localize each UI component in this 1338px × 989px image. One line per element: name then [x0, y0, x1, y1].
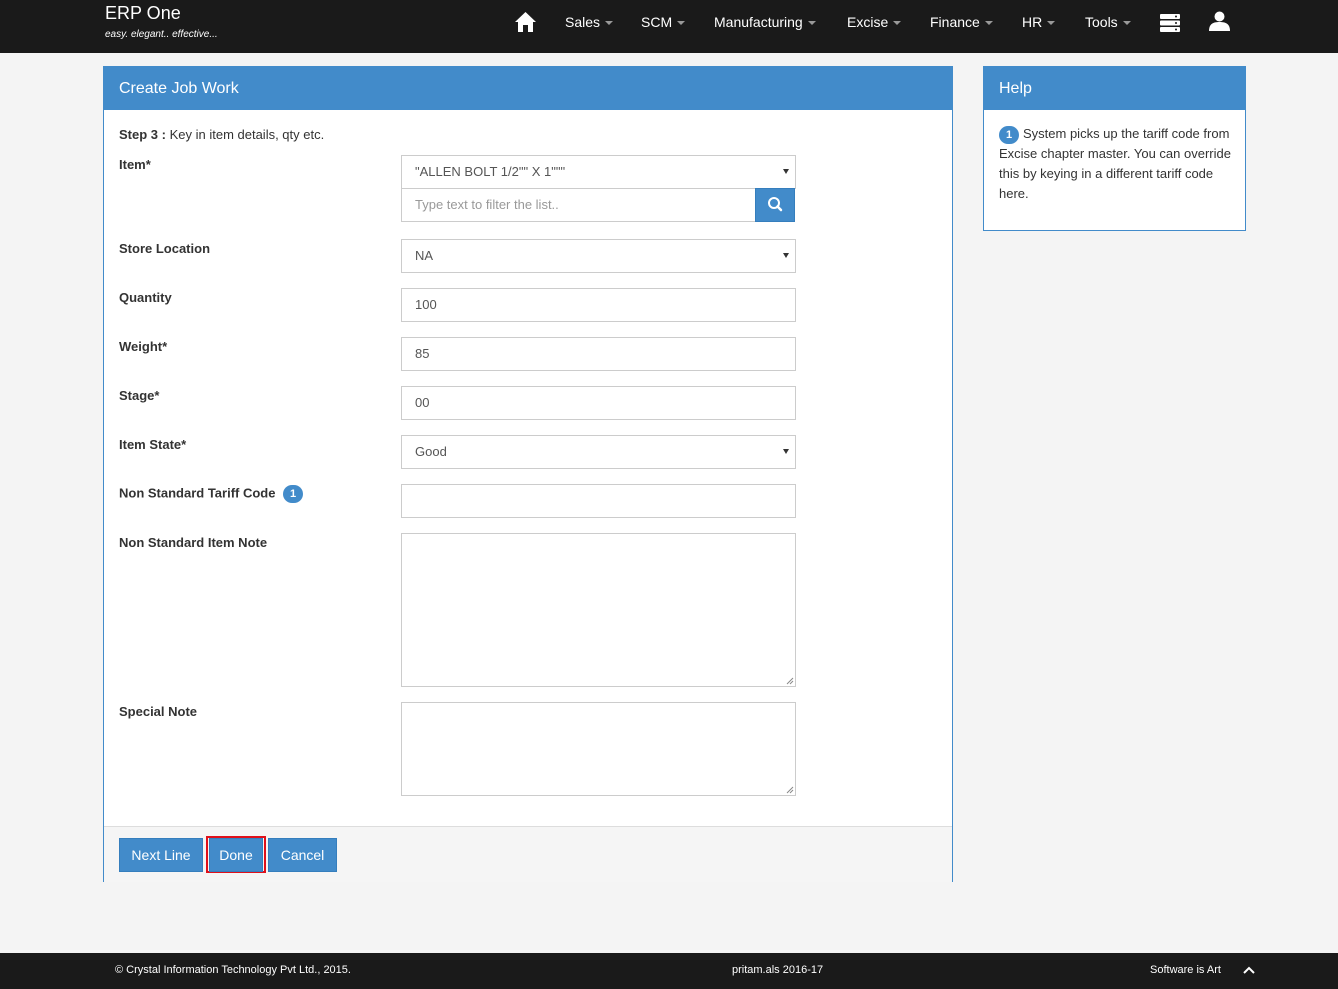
help-panel: Help 1 System picks up the tariff code fr…	[983, 66, 1246, 231]
nav-hr-label: HR	[1022, 14, 1043, 30]
search-icon	[768, 197, 783, 212]
chevron-down-icon	[1122, 21, 1131, 26]
nav-scm[interactable]: SCM	[641, 0, 686, 44]
item-state-value: Good	[415, 444, 447, 459]
nav-manufacturing[interactable]: Manufacturing	[714, 0, 816, 44]
step-text: Key in item details, qty etc.	[169, 127, 325, 142]
tariff-code-label-text: Non Standard Tariff Code	[119, 485, 276, 501]
stage-input[interactable]: 00	[401, 386, 796, 420]
item-label: Item*	[119, 157, 151, 172]
caret-down-icon	[783, 253, 789, 258]
nav-excise[interactable]: Excise	[847, 0, 902, 44]
nav-sales-label: Sales	[565, 14, 601, 30]
caret-down-icon	[783, 169, 789, 174]
item-filter-search-button[interactable]	[755, 188, 795, 222]
chevron-up-icon[interactable]	[1243, 965, 1255, 975]
panel-footer: Next Line Done Cancel	[104, 826, 952, 882]
item-filter-input[interactable]: Type text to filter the list..	[401, 188, 756, 222]
quantity-label: Quantity	[119, 290, 172, 305]
nav-finance[interactable]: Finance	[930, 0, 993, 44]
brand[interactable]: ERP One easy. elegant.. effective...	[105, 3, 218, 40]
store-location-value: NA	[415, 248, 434, 263]
resize-grip-icon[interactable]	[786, 677, 794, 685]
done-button[interactable]: Done	[209, 838, 263, 872]
chevron-down-icon	[605, 21, 614, 26]
help-text: 1 System picks up the tariff code from Ex…	[999, 124, 1231, 204]
tariff-code-label: Non Standard Tariff Code 1	[119, 485, 304, 503]
create-job-work-panel: Create Job Work Step 3 : Key in item det…	[103, 66, 953, 882]
store-location-select[interactable]: NA	[401, 239, 796, 273]
chevron-down-icon	[984, 21, 993, 26]
item-select[interactable]: "ALLEN BOLT 1/2"" X 1"""	[401, 155, 796, 189]
help-text-content: System picks up the tariff code from Exc…	[999, 126, 1231, 201]
item-state-select[interactable]: Good	[401, 435, 796, 469]
page-footer: © Crystal Information Technology Pvt Ltd…	[0, 953, 1338, 989]
nav-manufacturing-label: Manufacturing	[714, 14, 803, 30]
nav-tools[interactable]: Tools	[1085, 0, 1131, 44]
next-line-button[interactable]: Next Line	[119, 838, 203, 872]
item-note-label: Non Standard Item Note	[119, 535, 268, 550]
weight-label: Weight*	[119, 339, 168, 354]
weight-input[interactable]: 85	[401, 337, 796, 371]
nav-tools-label: Tools	[1085, 14, 1118, 30]
footer-slogan: Software is Art	[1150, 964, 1221, 976]
quantity-input[interactable]: 100	[401, 288, 796, 322]
top-navbar: ERP One easy. elegant.. effective... Sal…	[0, 0, 1338, 53]
nav-scm-label: SCM	[641, 14, 673, 30]
footer-session: pritam.als 2016-17	[732, 964, 824, 976]
stage-label: Stage*	[119, 388, 160, 403]
chevron-down-icon	[893, 21, 902, 26]
tariff-code-input[interactable]	[401, 484, 796, 518]
nav-excise-label: Excise	[847, 14, 889, 30]
nav-finance-label: Finance	[930, 14, 980, 30]
footer-copyright: © Crystal Information Technology Pvt Ltd…	[115, 964, 351, 976]
item-state-label: Item State*	[119, 437, 187, 452]
brand-tagline: easy. elegant.. effective...	[105, 29, 218, 40]
nav-sales[interactable]: Sales	[565, 0, 614, 44]
chevron-down-icon	[677, 21, 686, 26]
special-note-label: Special Note	[119, 704, 198, 719]
step-instruction: Step 3 : Key in item details, qty etc.	[119, 127, 324, 142]
step-label: Step 3 :	[119, 127, 166, 142]
home-icon[interactable]	[514, 11, 537, 33]
help-badge: 1	[283, 485, 304, 503]
item-select-value: "ALLEN BOLT 1/2"" X 1"""	[415, 164, 566, 179]
caret-down-icon	[783, 449, 789, 454]
panel-title: Create Job Work	[104, 67, 952, 110]
nav-hr[interactable]: HR	[1022, 0, 1056, 44]
special-note-textarea[interactable]	[401, 702, 796, 796]
store-location-label: Store Location	[119, 241, 211, 256]
help-title: Help	[984, 67, 1245, 110]
brand-title: ERP One	[105, 3, 181, 23]
cancel-button[interactable]: Cancel	[268, 838, 337, 872]
resize-grip-icon[interactable]	[786, 786, 794, 794]
stack-icon[interactable]	[1160, 14, 1180, 35]
help-badge: 1	[999, 125, 1019, 144]
chevron-down-icon	[807, 21, 816, 26]
item-note-textarea[interactable]	[401, 533, 796, 687]
user-icon[interactable]	[1209, 11, 1230, 34]
chevron-down-icon	[1047, 21, 1056, 26]
